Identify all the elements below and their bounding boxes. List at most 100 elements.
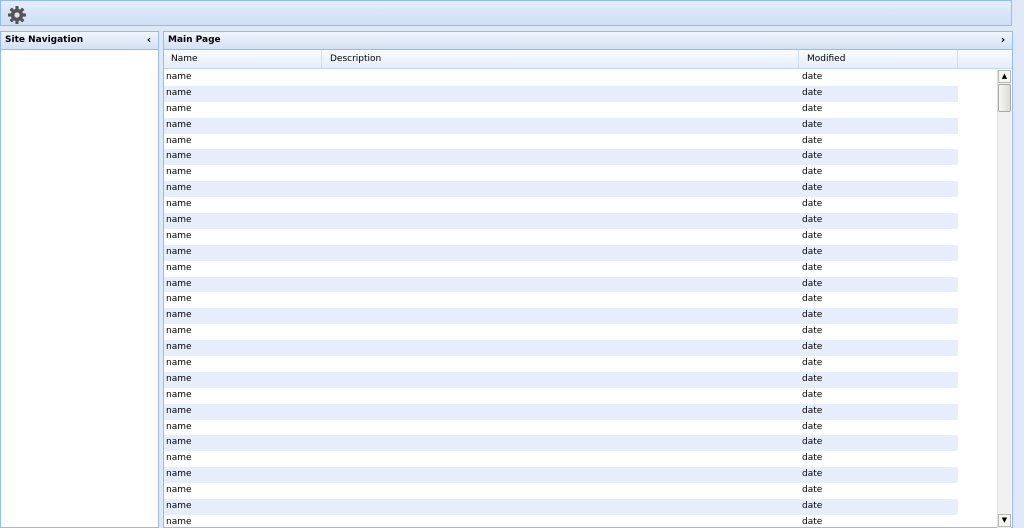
grid-header: Name Description Modified	[164, 50, 1012, 69]
table-row[interactable]: name date	[164, 451, 958, 467]
table-row[interactable]: name date	[164, 117, 958, 134]
main-page-header: Main Page ›	[163, 31, 1013, 50]
cell-name: name	[166, 183, 192, 194]
table-row[interactable]: name date	[164, 229, 958, 245]
cell-modified: date	[802, 389, 823, 400]
cell-name: name	[166, 215, 192, 226]
table-row[interactable]: name date	[164, 388, 958, 404]
site-navigation-body	[0, 50, 159, 528]
table-row[interactable]: name date	[164, 515, 958, 528]
gear-icon[interactable]	[7, 5, 27, 25]
cell-modified: date	[802, 87, 823, 98]
cell-name: name	[166, 389, 192, 400]
table-row[interactable]: name date	[164, 371, 958, 388]
cell-name: name	[166, 230, 192, 241]
table-row[interactable]: name date	[164, 85, 958, 102]
cell-name: name	[166, 373, 192, 384]
cell-modified: date	[802, 72, 823, 82]
cell-name: name	[166, 294, 192, 305]
collapse-left-icon[interactable]: ‹	[144, 32, 154, 49]
cell-name: name	[166, 199, 192, 210]
table-row[interactable]: name date	[164, 261, 958, 277]
cell-modified: date	[802, 183, 823, 194]
cell-name: name	[166, 405, 192, 416]
cell-modified: date	[802, 358, 823, 369]
table-row[interactable]: name date	[164, 324, 958, 340]
site-navigation-header: Site Navigation ‹	[0, 31, 159, 50]
cell-modified: date	[802, 326, 823, 337]
table-row[interactable]: name date	[164, 244, 958, 261]
cell-name: name	[166, 501, 192, 512]
table-row[interactable]: name date	[164, 403, 958, 420]
column-header-name[interactable]: Name	[164, 50, 322, 68]
table-row[interactable]: name date	[164, 435, 958, 452]
table-row[interactable]: name date	[164, 292, 958, 308]
cell-modified: date	[802, 135, 823, 146]
scroll-up-icon[interactable]: ▲	[998, 70, 1011, 83]
cell-name: name	[166, 469, 192, 480]
scroll-down-icon[interactable]: ▼	[998, 514, 1011, 527]
cell-name: name	[166, 453, 192, 464]
cell-modified: date	[802, 405, 823, 416]
column-header-modified[interactable]: Modified	[800, 50, 958, 68]
table-row[interactable]: name date	[164, 483, 958, 499]
cell-modified: date	[802, 516, 823, 527]
expand-right-icon[interactable]: ›	[998, 32, 1008, 49]
top-toolbar	[0, 0, 1012, 26]
vertical-scrollbar[interactable]: ▲ ▼	[997, 70, 1011, 528]
table-row[interactable]: name date	[164, 356, 958, 372]
table-row[interactable]: name date	[164, 340, 958, 357]
cell-name: name	[166, 358, 192, 369]
cell-name: name	[166, 516, 192, 527]
scrollbar-thumb[interactable]	[998, 84, 1011, 112]
table-row[interactable]: name date	[164, 181, 958, 198]
grid-rows: name date name date name date name date name date…	[164, 70, 958, 528]
cell-modified: date	[802, 119, 823, 130]
table-row[interactable]: name date	[164, 420, 958, 436]
table-row[interactable]: name date	[164, 213, 958, 229]
cell-name: name	[166, 342, 192, 353]
cell-name: name	[166, 278, 192, 289]
cell-name: name	[166, 421, 192, 432]
cell-modified: date	[802, 103, 823, 114]
cell-name: name	[166, 326, 192, 337]
cell-modified: date	[802, 294, 823, 305]
table-row[interactable]: name date	[164, 165, 958, 181]
main-page-title: Main Page	[168, 35, 221, 45]
cell-modified: date	[802, 278, 823, 289]
cell-name: name	[166, 167, 192, 178]
cell-name: name	[166, 310, 192, 321]
table-row[interactable]: name date	[164, 102, 958, 118]
cell-modified: date	[802, 167, 823, 178]
cell-modified: date	[802, 421, 823, 432]
cell-modified: date	[802, 373, 823, 384]
cell-name: name	[166, 87, 192, 98]
cell-modified: date	[802, 262, 823, 273]
column-header-description[interactable]: Description	[323, 50, 799, 68]
table-row[interactable]: name date	[164, 276, 958, 293]
cell-modified: date	[802, 437, 823, 448]
table-row[interactable]: name date	[164, 70, 958, 86]
table-row[interactable]: name date	[164, 134, 958, 150]
table-row[interactable]: name date	[164, 499, 958, 515]
cell-name: name	[166, 103, 192, 114]
cell-name: name	[166, 437, 192, 448]
cell-name: name	[166, 246, 192, 257]
cell-name: name	[166, 485, 192, 496]
cell-modified: date	[802, 199, 823, 210]
cell-name: name	[166, 262, 192, 273]
cell-modified: date	[802, 485, 823, 496]
table-row[interactable]: name date	[164, 467, 958, 484]
cell-modified: date	[802, 151, 823, 162]
cell-modified: date	[802, 230, 823, 241]
cell-name: name	[166, 151, 192, 162]
cell-modified: date	[802, 246, 823, 257]
cell-modified: date	[802, 501, 823, 512]
cell-name: name	[166, 72, 192, 82]
cell-name: name	[166, 135, 192, 146]
table-row[interactable]: name date	[164, 308, 958, 325]
table-row[interactable]: name date	[164, 197, 958, 213]
site-navigation-title: Site Navigation	[5, 35, 84, 45]
cell-modified: date	[802, 453, 823, 464]
table-row[interactable]: name date	[164, 149, 958, 166]
